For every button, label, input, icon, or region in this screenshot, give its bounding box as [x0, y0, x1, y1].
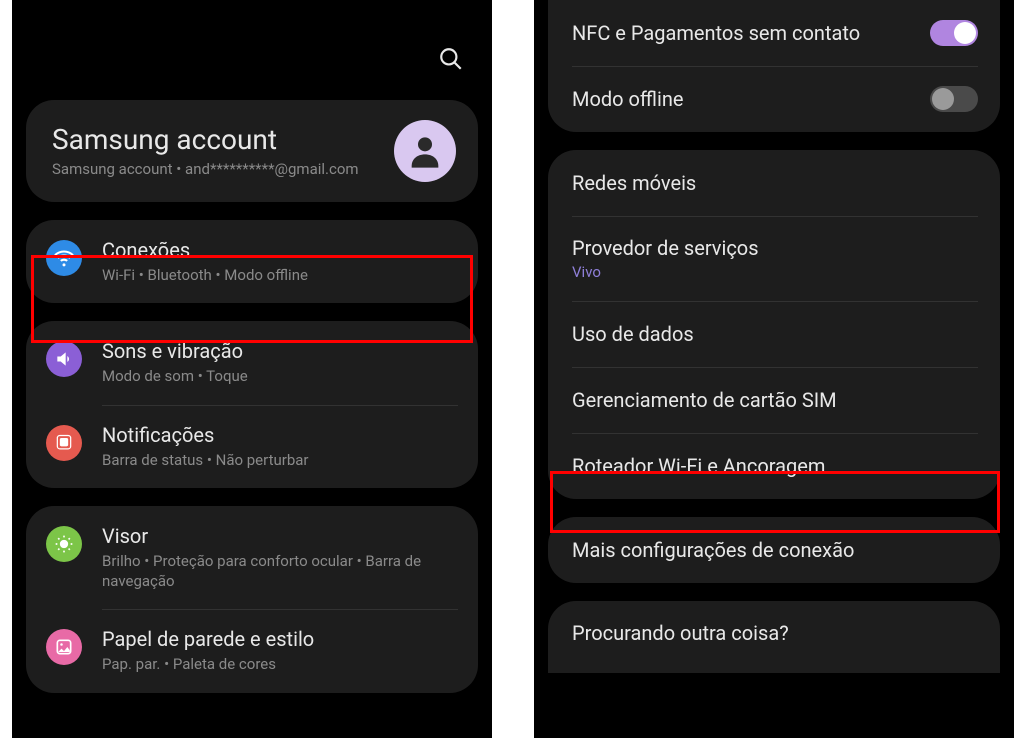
settings-item-display[interactable]: Visor Brilho • Proteção para conforto ocu…	[26, 506, 478, 610]
settings-group: Conexões Wi-Fi • Bluetooth • Modo offline	[26, 220, 478, 303]
display-icon	[46, 526, 82, 562]
settings-group: Sons e vibração Modo de som • Toque Notifi…	[26, 321, 478, 488]
item-text: Mais configurações de conexão	[572, 538, 978, 562]
connections-item-procurando-outra-coisa[interactable]: Procurando outra coisa?	[548, 601, 1000, 673]
settings-group: Visor Brilho • Proteção para conforto ocu…	[26, 506, 478, 693]
connections-item-gerenciamento-de-cart-o-sim[interactable]: Gerenciamento de cartão SIM	[548, 367, 1000, 433]
search-icon[interactable]	[438, 46, 464, 76]
connections-item-nfc-e-pagamentos-sem-contato[interactable]: NFC e Pagamentos sem contato	[548, 0, 1000, 66]
item-text: Gerenciamento de cartão SIM	[572, 388, 978, 412]
item-subtitle: Pap. par. • Paleta de cores	[102, 654, 456, 674]
item-subtitle: Wi-Fi • Bluetooth • Modo offline	[102, 265, 456, 285]
item-label: Papel de parede e estilo	[102, 627, 456, 651]
item-text: Uso de dados	[572, 322, 978, 346]
connections-screen: NFC e Pagamentos sem contato Modo offline…	[534, 0, 1014, 738]
connections-section: Mais configurações de conexão	[548, 517, 1000, 583]
item-text: Redes móveis	[572, 171, 978, 195]
settings-item-wifi[interactable]: Conexões Wi-Fi • Bluetooth • Modo offline	[26, 220, 478, 303]
item-text: Sons e vibração Modo de som • Toque	[102, 339, 456, 386]
connections-item-roteador-wi-fi-e-ancoragem[interactable]: Roteador Wi-Fi e Ancoragem	[548, 433, 1000, 499]
account-subtitle: Samsung account • and**********@gmail.co…	[52, 160, 384, 180]
item-subtitle: Barra de status • Não perturbar	[102, 450, 456, 470]
item-text: Papel de parede e estilo Pap. par. • Pale…	[102, 627, 456, 674]
topbar	[12, 0, 492, 90]
connections-item-mais-configura-es-de-conex-o[interactable]: Mais configurações de conexão	[548, 517, 1000, 583]
connections-item-modo-offline[interactable]: Modo offline	[548, 66, 1000, 132]
item-label: Notificações	[102, 423, 456, 447]
wallpaper-icon	[46, 629, 82, 665]
item-text: Procurando outra coisa?	[572, 621, 978, 645]
item-text: Visor Brilho • Proteção para conforto ocu…	[102, 524, 456, 592]
item-label: Provedor de serviços	[572, 236, 978, 260]
item-label: Modo offline	[572, 87, 930, 111]
settings-item-notif[interactable]: Notificações Barra de status • Não pertur…	[26, 405, 478, 488]
item-label: Procurando outra coisa?	[572, 621, 978, 645]
settings-main-screen: Samsung account Samsung account • and***…	[12, 0, 492, 738]
account-text: Samsung account Samsung account • and***…	[52, 123, 384, 180]
item-label: Redes móveis	[572, 171, 978, 195]
item-subtitle: Modo de som • Toque	[102, 366, 456, 386]
avatar[interactable]	[394, 120, 456, 182]
settings-item-sound[interactable]: Sons e vibração Modo de som • Toque	[26, 321, 478, 404]
toggle-switch[interactable]	[930, 86, 978, 112]
item-label: Conexões	[102, 238, 456, 262]
item-label: Uso de dados	[572, 322, 978, 346]
item-subtitle: Brilho • Proteção para conforto ocular •…	[102, 551, 456, 592]
connections-item-redes-m-veis[interactable]: Redes móveis	[548, 150, 1000, 216]
item-subtitle: Vivo	[572, 263, 978, 281]
item-text: Provedor de serviços Vivo	[572, 236, 978, 281]
notif-icon	[46, 425, 82, 461]
connections-section: Redes móveis Provedor de serviços Vivo Uso …	[548, 150, 1000, 499]
item-text: NFC e Pagamentos sem contato	[572, 21, 930, 45]
connections-section: NFC e Pagamentos sem contato Modo offline	[548, 0, 1000, 132]
item-label: Visor	[102, 524, 456, 548]
item-label: Mais configurações de conexão	[572, 538, 978, 562]
wifi-icon	[46, 240, 82, 276]
samsung-account-card[interactable]: Samsung account Samsung account • and***…	[26, 100, 478, 202]
account-title: Samsung account	[52, 123, 384, 156]
item-label: NFC e Pagamentos sem contato	[572, 21, 930, 45]
connections-item-provedor-de-servi-os[interactable]: Provedor de serviços Vivo	[548, 216, 1000, 301]
sound-icon	[46, 341, 82, 377]
item-text: Conexões Wi-Fi • Bluetooth • Modo offline	[102, 238, 456, 285]
item-label: Sons e vibração	[102, 339, 456, 363]
connections-item-uso-de-dados[interactable]: Uso de dados	[548, 301, 1000, 367]
settings-item-wallpaper[interactable]: Papel de parede e estilo Pap. par. • Pale…	[26, 609, 478, 692]
connections-section: Procurando outra coisa?	[548, 601, 1000, 673]
item-text: Roteador Wi-Fi e Ancoragem	[572, 454, 978, 478]
item-text: Notificações Barra de status • Não pertur…	[102, 423, 456, 470]
item-label: Gerenciamento de cartão SIM	[572, 388, 978, 412]
item-label: Roteador Wi-Fi e Ancoragem	[572, 454, 978, 478]
toggle-knob	[954, 22, 976, 44]
toggle-knob	[932, 88, 954, 110]
toggle-switch[interactable]	[930, 20, 978, 46]
item-text: Modo offline	[572, 87, 930, 111]
